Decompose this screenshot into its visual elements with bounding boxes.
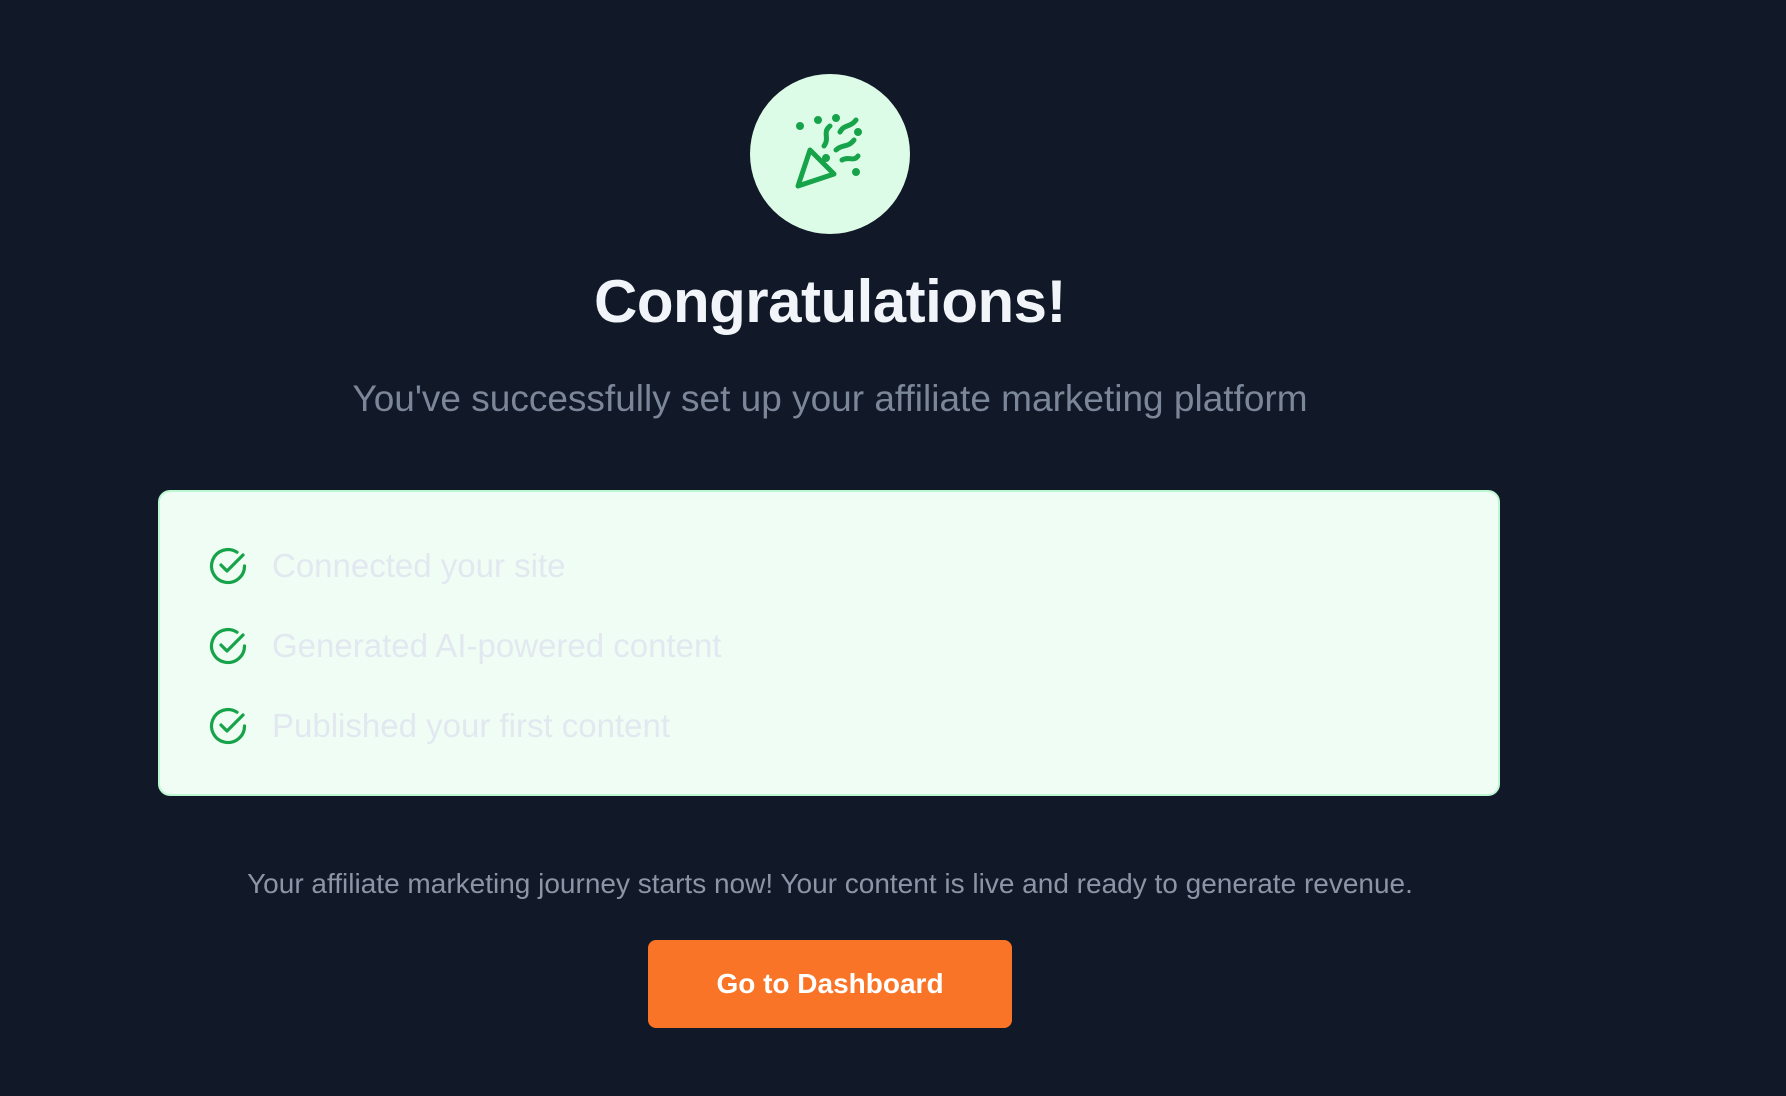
checklist-item-label: Generated AI-powered content — [272, 627, 722, 664]
page-subtitle: You've successfully set up your affiliat… — [352, 378, 1308, 419]
journey-message: Your affiliate marketing journey starts … — [247, 868, 1413, 899]
party-popper-badge — [750, 74, 910, 234]
checklist-item-generated-content: Generated AI-powered content — [208, 624, 721, 668]
checklist-item-label: Published your first content — [272, 707, 671, 744]
check-circle-icon — [208, 626, 248, 666]
go-to-dashboard-button[interactable]: Go to Dashboard — [648, 940, 1012, 1028]
completed-steps-card: Connected your site Generated AI-powered… — [158, 490, 1500, 796]
checklist-item-connected-site: Connected your site — [208, 544, 566, 588]
checklist-item-label: Connected your site — [272, 547, 566, 584]
checklist-item-published-content: Published your first content — [208, 704, 670, 748]
check-circle-icon — [208, 546, 248, 586]
party-popper-icon — [795, 114, 862, 189]
page-title: Congratulations! — [594, 268, 1066, 335]
check-circle-icon — [208, 706, 248, 746]
completion-page: Congratulations! You've successfully set… — [0, 0, 1786, 1096]
